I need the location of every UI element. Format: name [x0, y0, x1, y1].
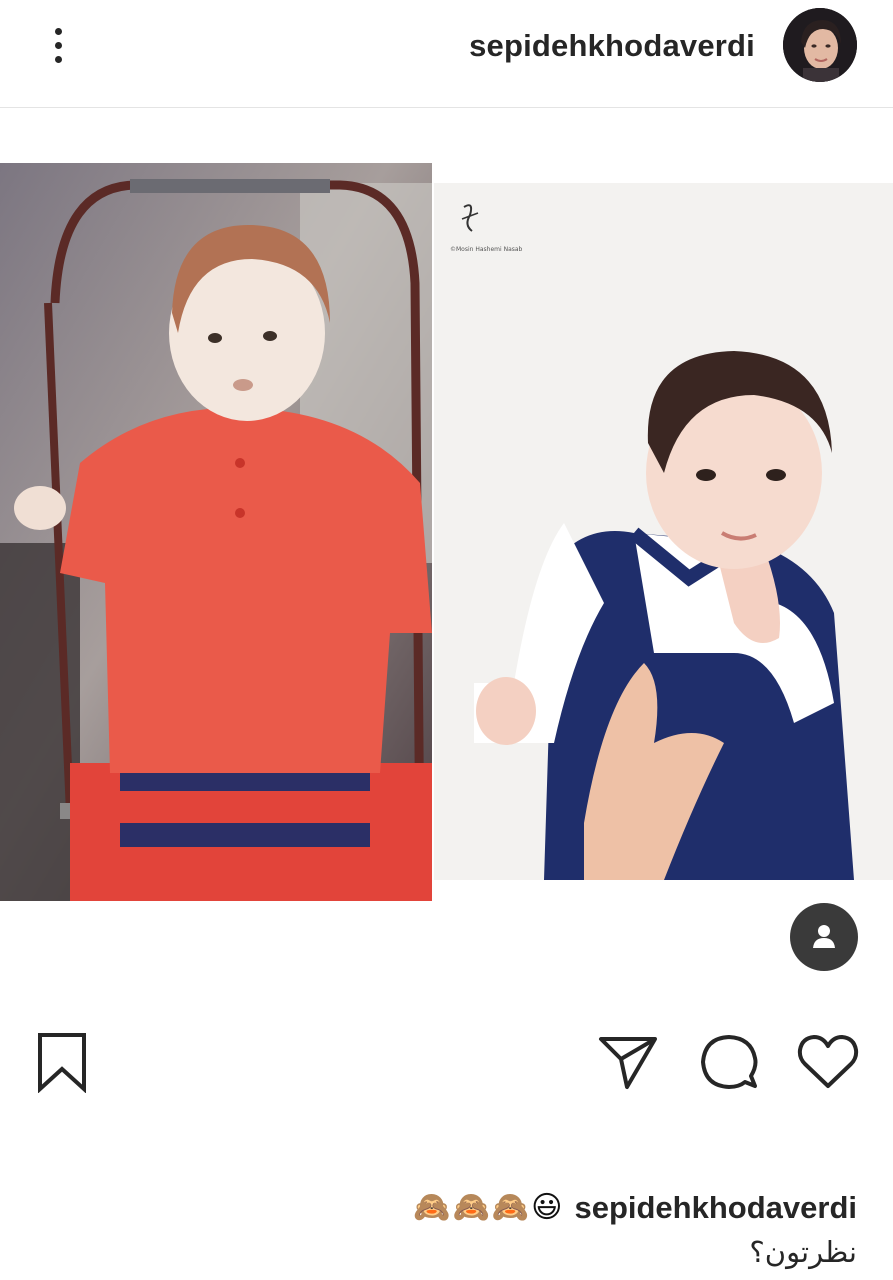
comment-button[interactable] — [697, 1030, 761, 1094]
caption-text: نظرتون؟ — [749, 1235, 857, 1269]
more-vertical-icon — [54, 27, 62, 35]
post-action-bar — [0, 1020, 893, 1100]
more-options-button[interactable] — [36, 22, 80, 68]
caption-username[interactable]: sepidehkhodaverdi — [574, 1186, 857, 1230]
watermark-text: ©Mosin Hashemi Nasab — [450, 246, 523, 253]
post-header: sepidehkhodaverdi — [0, 0, 893, 108]
header-username[interactable]: sepidehkhodaverdi — [469, 24, 755, 68]
caption-emojis: 🙈🙈🙈😃 — [413, 1190, 565, 1225]
comment-icon — [701, 1035, 758, 1089]
share-button[interactable] — [596, 1030, 660, 1094]
send-icon — [599, 1037, 657, 1089]
instagram-post-page: sepidehkhodaverdi ©Mosin Hashemi Nasab 🙈… — [0, 0, 893, 1280]
like-button[interactable] — [796, 1030, 860, 1094]
baby-in-red-sweater-photo — [0, 163, 432, 901]
heart-icon — [797, 1035, 859, 1088]
user-tag-icon — [813, 925, 835, 948]
save-button[interactable] — [30, 1030, 94, 1094]
avatar-image — [783, 8, 857, 82]
baby-in-navy-suit-photo: ©Mosin Hashemi Nasab — [434, 183, 893, 880]
post-caption: 🙈🙈🙈😃 sepidehkhodaverdi نظرتون؟ — [37, 1186, 857, 1274]
profile-avatar[interactable] — [783, 8, 857, 82]
bookmark-icon — [38, 1033, 86, 1093]
post-image[interactable]: ©Mosin Hashemi Nasab — [0, 163, 893, 903]
tag-user-button[interactable] — [790, 903, 858, 971]
